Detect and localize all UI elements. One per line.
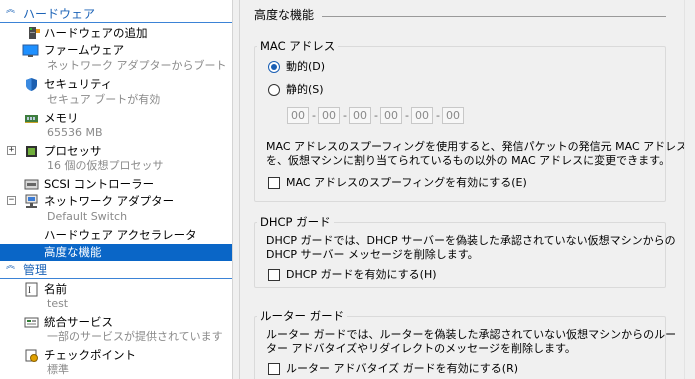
- router-guard-label[interactable]: ルーター アドバタイズ ガードを有効にする(R): [286, 361, 518, 376]
- tree-item-processor[interactable]: + プロセッサ: [0, 143, 232, 160]
- hardware-section-header[interactable]: ︽ ハードウェア: [0, 6, 232, 23]
- checkpoint-icon: [24, 348, 39, 363]
- tree-item-checkpoint[interactable]: チェックポイント: [0, 347, 232, 364]
- add-hardware-icon: [26, 26, 41, 41]
- svg-text:I: I: [28, 285, 31, 295]
- mac-octet-field[interactable]: 00: [442, 107, 464, 124]
- section-rule: [0, 278, 232, 279]
- processor-detail: 16 個の仮想プロセッサ: [47, 159, 164, 172]
- dynamic-radio[interactable]: [268, 61, 280, 73]
- processor-icon: [24, 144, 39, 159]
- tree-item-network-adapter[interactable]: − ネットワーク アダプター: [0, 193, 232, 210]
- mac-description-line2: を、仮想マシンに割り当てられているもの以外の MAC アドレスに変更できます。: [266, 154, 671, 167]
- integration-services-detail: 一部のサービスが提供されています: [47, 330, 223, 343]
- scsi-controller-icon: [24, 177, 39, 192]
- panel-heading: 高度な機能: [254, 8, 315, 22]
- security-detail: セキュア ブートが有効: [47, 93, 161, 106]
- dhcp-description-line2: DHCP サーバー メッセージを削除します。: [266, 248, 479, 261]
- tree-item-advanced-features[interactable]: 高度な機能: [0, 244, 232, 261]
- shield-icon: [24, 77, 39, 92]
- tree-item-add-hardware[interactable]: ハードウェアの追加: [0, 25, 232, 42]
- network-adapter-detail: Default Switch: [47, 210, 128, 223]
- tree-item-label: ハードウェア アクセラレータ: [44, 228, 197, 242]
- mac-separator: -: [436, 109, 440, 122]
- mac-octet-field[interactable]: 00: [318, 107, 340, 124]
- network-adapter-icon: [24, 194, 39, 209]
- heading-rule: [322, 16, 666, 17]
- tree-item-firmware[interactable]: ファームウェア: [0, 42, 232, 59]
- tree-item-security[interactable]: セキュリティ: [0, 76, 232, 93]
- tree-item-label: セキュリティ: [44, 77, 113, 91]
- expand-toggle[interactable]: +: [7, 146, 16, 155]
- collapse-toggle[interactable]: −: [7, 196, 16, 205]
- firmware-detail: ネットワーク アダプターからブート: [47, 59, 227, 72]
- mac-octet-field[interactable]: 00: [380, 107, 402, 124]
- tree-item-label: メモリ: [44, 111, 79, 125]
- tree-item-name[interactable]: I 名前: [0, 281, 232, 298]
- name-detail: test: [47, 297, 69, 310]
- section-title: ハードウェア: [23, 7, 96, 21]
- collapse-chevron-icon[interactable]: ︽: [6, 6, 16, 21]
- section-rule: [0, 22, 232, 23]
- mac-description-line1: MAC アドレスのスプーフィングを使用すると、発信パケットの発信元 MAC アド…: [266, 140, 684, 153]
- tree-item-label: プロセッサ: [44, 144, 102, 158]
- tree-item-label: 統合サービス: [44, 315, 113, 329]
- static-radio-label[interactable]: 静的(S): [286, 82, 324, 97]
- router-guard-checkbox[interactable]: [268, 363, 280, 375]
- static-radio[interactable]: [268, 84, 280, 96]
- tree-item-label: SCSI コントローラー: [44, 177, 155, 191]
- tree-item-label: ハードウェアの追加: [44, 26, 148, 40]
- integration-services-icon: [24, 315, 39, 330]
- mac-separator: -: [343, 109, 347, 122]
- pane-splitter[interactable]: [232, 0, 240, 379]
- vertical-scrollbar[interactable]: [684, 0, 695, 379]
- mac-spoofing-checkbox[interactable]: [268, 177, 280, 189]
- mac-group-title: MAC アドレス: [257, 39, 339, 53]
- router-description-line2: ター アドバタイズやリダイレクトのメッセージを削除します。: [266, 342, 576, 355]
- tree-item-integration-services[interactable]: 統合サービス: [0, 314, 232, 331]
- memory-detail: 65536 MB: [47, 126, 103, 139]
- section-title: 管理: [23, 263, 48, 277]
- tree-item-label: 名前: [44, 282, 67, 296]
- firmware-icon: [22, 43, 39, 58]
- checkpoint-detail: 標準: [47, 363, 69, 376]
- mac-spoofing-label[interactable]: MAC アドレスのスプーフィングを有効にする(E): [286, 175, 527, 190]
- mac-octet-field[interactable]: 00: [287, 107, 309, 124]
- dynamic-radio-label[interactable]: 動的(D): [286, 59, 325, 74]
- tree-item-label: ネットワーク アダプター: [44, 194, 175, 208]
- mac-separator: -: [312, 109, 316, 122]
- mac-octet-field[interactable]: 00: [411, 107, 433, 124]
- mac-octet-field[interactable]: 00: [349, 107, 371, 124]
- tree-item-hardware-accelerator[interactable]: ハードウェア アクセラレータ: [0, 227, 232, 244]
- tree-item-scsi-controller[interactable]: SCSI コントローラー: [0, 176, 232, 193]
- mac-separator: -: [405, 109, 409, 122]
- tree-item-label: ファームウェア: [44, 43, 125, 57]
- collapse-chevron-icon[interactable]: ︽: [6, 262, 16, 277]
- management-section-header[interactable]: ︽ 管理: [0, 262, 232, 279]
- tree-item-memory[interactable]: メモリ: [0, 110, 232, 127]
- tree-item-label: 高度な機能: [44, 245, 102, 259]
- hardware-tree: ︽ ハードウェア ハードウェアの追加 ファームウェア ネットワーク アダプターか…: [0, 0, 232, 379]
- memory-icon: [24, 111, 39, 126]
- settings-panel: 高度な機能 MAC アドレス 動的(D) 静的(S) 00 - 00 - 00 …: [240, 0, 684, 379]
- router-description-line1: ルーター ガードでは、ルーターを偽装した承認されていない仮想マシンからのルー: [266, 328, 677, 341]
- mac-separator: -: [374, 109, 378, 122]
- tree-item-label: チェックポイント: [44, 348, 136, 362]
- dhcp-description-line1: DHCP ガードでは、DHCP サーバーを偽装した承認されていない仮想マシンから…: [266, 234, 676, 247]
- dhcp-guard-checkbox[interactable]: [268, 269, 280, 281]
- router-group-title: ルーター ガード: [257, 309, 348, 323]
- name-icon: I: [24, 282, 39, 297]
- dhcp-group-title: DHCP ガード: [257, 215, 334, 229]
- dhcp-guard-label[interactable]: DHCP ガードを有効にする(H): [286, 267, 437, 282]
